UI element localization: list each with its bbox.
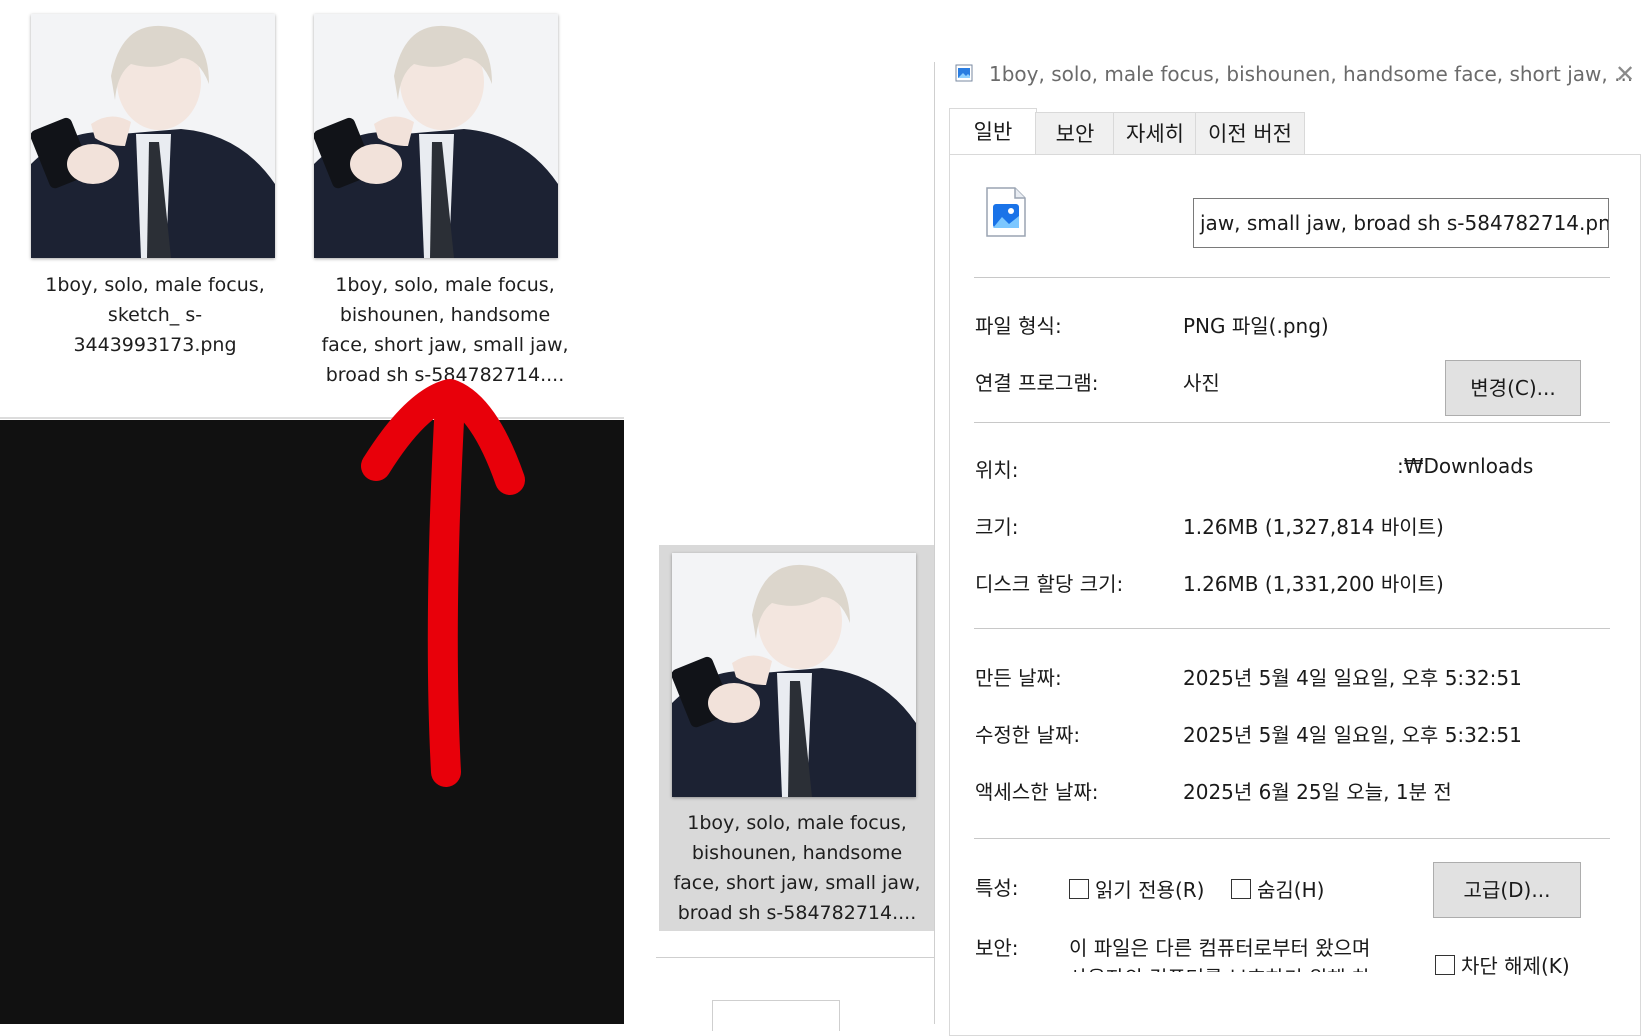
accessed-value: 2025년 6월 25일 오늘, 1분 전: [1183, 780, 1452, 804]
separator: [974, 277, 1610, 278]
divider: [656, 957, 936, 958]
image-thumbnail[interactable]: [672, 553, 916, 797]
checkbox-box[interactable]: [1069, 879, 1089, 899]
file-tile-target[interactable]: 1boy, solo, male focus, bishounen, hands…: [314, 14, 576, 394]
unblock-checkbox[interactable]: 차단 해제(K): [1435, 950, 1570, 979]
dialog-title: 1boy, solo, male focus, bishounen, hands…: [989, 62, 1634, 86]
modified-label: 수정한 날짜:: [975, 723, 1081, 747]
separator: [974, 422, 1610, 423]
portrait-thumbnail-image: [314, 14, 558, 258]
disk-size-value: 1.26MB (1,331,200 바이트): [1183, 572, 1444, 596]
size-value: 1.26MB (1,327,814 바이트): [1183, 515, 1444, 539]
file-type-label: 파일 형식:: [975, 314, 1062, 338]
tab-previous-versions[interactable]: 이전 버전: [1195, 112, 1305, 155]
modified-value: 2025년 5월 4일 일요일, 오후 5:32:51: [1183, 723, 1522, 747]
image-thumbnail[interactable]: [314, 14, 558, 258]
png-file-icon: [986, 187, 1026, 237]
unblock-label: 차단 해제(K): [1461, 954, 1570, 978]
file-tile-sketch[interactable]: 1boy, solo, male focus, sketch_ s-344399…: [30, 14, 280, 356]
file-name-label: 1boy, solo, male focus, sketch_ s-344399…: [45, 274, 265, 356]
change-button[interactable]: 변경(C)...: [1445, 360, 1581, 416]
opens-with-value: 사진: [1183, 371, 1220, 395]
partial-element: [712, 1000, 840, 1031]
readonly-label: 읽기 전용(R): [1095, 878, 1205, 902]
created-label: 만든 날짜:: [975, 666, 1062, 690]
file-name-label: 1boy, solo, male focus, bishounen, hands…: [673, 812, 921, 924]
attributes-label: 특성:: [975, 876, 1019, 900]
checkbox-box[interactable]: [1231, 879, 1251, 899]
filename-input[interactable]: jaw, small jaw, broad sh s-584782714.png: [1193, 198, 1609, 248]
security-label: 보안:: [975, 936, 1019, 960]
properties-dialog: 1boy, solo, male focus, bishounen, hands…: [934, 60, 1648, 1036]
created-value: 2025년 5월 4일 일요일, 오후 5:32:51: [1183, 666, 1522, 690]
file-type-value: PNG 파일(.png): [1183, 314, 1329, 338]
portrait-thumbnail-image: [31, 14, 275, 258]
tab-general[interactable]: 일반: [949, 108, 1037, 155]
separator: [974, 628, 1610, 629]
image-thumbnail[interactable]: [31, 14, 275, 258]
image-file-icon: [955, 64, 973, 82]
location-label: 위치:: [975, 458, 1019, 482]
portrait-thumbnail-image: [672, 553, 916, 797]
checkbox-box[interactable]: [1435, 955, 1455, 975]
red-arrow-annotation: [361, 379, 525, 787]
advanced-button[interactable]: 고급(D)...: [1433, 862, 1581, 918]
hidden-label: 숨김(H): [1257, 878, 1325, 902]
close-icon[interactable]: ✕: [1615, 60, 1635, 88]
accessed-label: 액세스한 날짜:: [975, 780, 1099, 804]
disk-size-label: 디스크 할당 크기:: [975, 572, 1124, 596]
tab-details[interactable]: 자세히: [1113, 112, 1197, 155]
separator: [974, 838, 1610, 839]
readonly-checkbox[interactable]: 읽기 전용(R): [1069, 874, 1204, 903]
size-label: 크기:: [975, 515, 1019, 539]
location-value: :₩Downloads: [1397, 454, 1534, 478]
hidden-checkbox[interactable]: 숨김(H): [1231, 874, 1324, 903]
security-text: 이 파일은 다른 컴퓨터로부터 왔으며: [1069, 936, 1371, 960]
security-text: 사용자의 컴퓨터를 보호하기 위해 차: [1069, 962, 1370, 972]
tab-security[interactable]: 보안: [1035, 112, 1115, 155]
opens-with-label: 연결 프로그램:: [975, 371, 1099, 395]
